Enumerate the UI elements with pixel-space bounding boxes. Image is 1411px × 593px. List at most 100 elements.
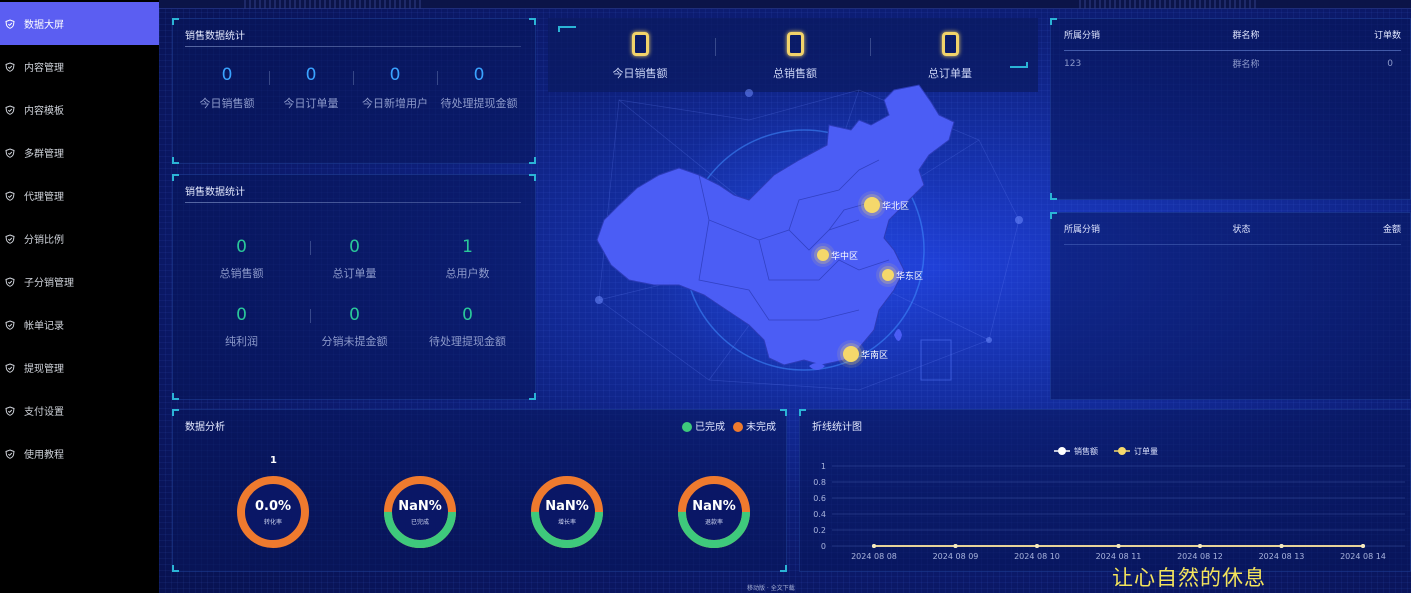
map-marker[interactable] (843, 346, 859, 362)
kpi-label: 总销售额 (773, 67, 817, 80)
x-tick-label: 2024 08 12 (1177, 552, 1223, 561)
sidebar-item-9[interactable]: 支付设置 (0, 389, 159, 432)
x-tick-label: 2024 08 09 (933, 552, 979, 561)
china-map: 华北区 华中区 华东区 华南区 (559, 80, 1039, 400)
data-point (1279, 544, 1284, 548)
sidebar-item-10[interactable]: 使用教程 (0, 432, 159, 475)
stat-value: 0 (473, 65, 485, 85)
y-tick-label: 0.8 (813, 478, 826, 487)
sidebar-item-0[interactable]: 数据大屏 (0, 2, 159, 45)
x-tick-label: 2024 08 08 (851, 552, 897, 561)
donut-value: NaN% (545, 498, 589, 514)
x-tick-label: 2024 08 14 (1340, 552, 1386, 561)
shield-check-icon (5, 18, 15, 29)
stat-value: 0 (305, 65, 317, 85)
line-chart: 0 0.2 0.4 0.6 0.8 1 2024 08 08 2024 08 09 2024 0… (813, 446, 1405, 561)
y-tick-label: 1 (821, 462, 826, 471)
map-marker[interactable] (864, 197, 880, 213)
legend-label: 已完成 (695, 422, 725, 433)
kpi-digit: 0 (786, 32, 804, 56)
stat-label: 今日销售额 (199, 97, 255, 110)
y-tick-label: 0.2 (813, 526, 826, 535)
map-region-label: 华东区 (896, 272, 924, 282)
withdraw-table: 所属分销 状态 金额 (1064, 213, 1401, 245)
total-sales-panel: 销售数据统计 0 总销售额 0 总订单量 1 总用户数 0 纯利润 0 分销未提金额 0 待处理提现金… (172, 174, 536, 400)
table-cell: 0 (1387, 58, 1393, 69)
analysis-legend: 已完成 未完成 (674, 418, 776, 433)
today-stat: 0 今日销售额 (185, 65, 269, 111)
data-point (1035, 544, 1039, 548)
sidebar-item-6[interactable]: 子分销管理 (0, 260, 159, 303)
donut-value: 0.0% (254, 498, 292, 514)
stat-value: 1 (462, 237, 473, 257)
donut-value: NaN% (692, 498, 736, 514)
shield-check-icon (5, 448, 15, 459)
stat-value: 0 (389, 65, 401, 85)
donut-label: 转化率 (263, 518, 282, 526)
sidebar-item-1[interactable]: 内容管理 (0, 45, 159, 88)
dashboard-main: 销售数据统计 0 今日销售额 0 今日订单量 0 今日新增用户 0 待处理提现金额 销售数据统… (159, 0, 1411, 593)
legend-marker (1058, 447, 1066, 455)
table-header: 金额 (1382, 225, 1401, 235)
table-header: 群名称 (1232, 31, 1260, 41)
sidebar-item-label: 支付设置 (24, 407, 64, 418)
table-header: 所属分销 (1064, 225, 1101, 235)
table-header: 状态 (1232, 225, 1251, 235)
y-tick-label: 0.4 (813, 510, 826, 519)
stat-value: 0 (349, 237, 360, 257)
table-row[interactable]: 123 群名称 0 (1064, 51, 1401, 77)
stat-value: 0 (221, 65, 233, 85)
today-stat: 0 今日新增用户 (353, 65, 437, 111)
donut-label: 退款率 (704, 518, 723, 526)
withdraw-panel: 所属分销 状态 金额 (1050, 212, 1411, 400)
sidebar-item-5[interactable]: 分销比例 (0, 217, 159, 260)
x-tick-label: 2024 08 10 (1014, 552, 1060, 561)
total-stat: 0 待处理提现金额 (411, 305, 524, 349)
kpi-digit: 0 (941, 32, 959, 56)
donut-label: 增长率 (557, 518, 576, 526)
legend-marker (1118, 447, 1126, 455)
shield-check-icon (5, 104, 15, 115)
map-marker[interactable] (882, 269, 894, 281)
map-region-label: 华南区 (861, 351, 889, 361)
today-stat: 0 待处理提现金额 (437, 65, 521, 111)
donut-value: NaN% (398, 498, 442, 514)
sidebar-item-label: 子分销管理 (24, 278, 74, 289)
stat-label: 待处理提现金额 (440, 97, 518, 110)
legend-dot-icon (682, 422, 692, 432)
footer-links[interactable]: 移动版 · 全文下载 (747, 583, 795, 592)
stat-label: 分销未提金额 (321, 335, 388, 348)
top-decoration-bar (159, 0, 1411, 9)
map-marker[interactable] (817, 249, 829, 261)
table-header: 所属分销 (1064, 31, 1101, 41)
total-stat: 0 分销未提金额 (298, 305, 411, 349)
y-tick-label: 0 (821, 542, 826, 551)
shield-check-icon (5, 405, 15, 416)
data-point (953, 544, 958, 548)
sidebar-item-label: 内容模板 (24, 106, 64, 117)
legend-item[interactable]: 已完成 (682, 422, 725, 433)
total-stat: 1 总用户数 (411, 237, 524, 281)
group-orders-panel: 所属分销 群名称 订单数 123 群名称 0 (1050, 18, 1411, 200)
sidebar: 数据大屏 内容管理内容模板多群管理 代理管理 分销比例子分销管理帐单记录提现管理支付设… (0, 0, 159, 593)
sidebar-item-7[interactable]: 帐单记录 (0, 303, 159, 346)
kpi-label: 总订单量 (928, 67, 972, 80)
legend-label: 未完成 (746, 422, 776, 433)
sidebar-item-3[interactable]: 多群管理 (0, 131, 159, 174)
shield-check-icon (5, 276, 15, 287)
data-point (1198, 544, 1202, 548)
donut-chart: NaN% 增长率 (529, 474, 605, 550)
today-sales-panel: 销售数据统计 0 今日销售额 0 今日订单量 0 今日新增用户 0 待处理提现金额 (172, 18, 536, 164)
sidebar-item-label: 帐单记录 (24, 321, 64, 332)
shield-check-icon (5, 61, 15, 72)
sidebar-item-2[interactable]: 内容模板 (0, 88, 159, 131)
sidebar-item-4[interactable]: 代理管理 (0, 174, 159, 217)
kpi-digit: 0 (631, 32, 649, 56)
stat-value: 0 (462, 305, 473, 325)
stat-label: 总用户数 (445, 267, 490, 280)
sidebar-item-8[interactable]: 提现管理 (0, 346, 159, 389)
donut-chart: NaN% 退款率 (676, 474, 752, 550)
kpi-item: 0 总销售额 (715, 18, 875, 81)
legend-label: 订单量 (1134, 446, 1158, 456)
legend-item[interactable]: 未完成 (733, 422, 776, 433)
